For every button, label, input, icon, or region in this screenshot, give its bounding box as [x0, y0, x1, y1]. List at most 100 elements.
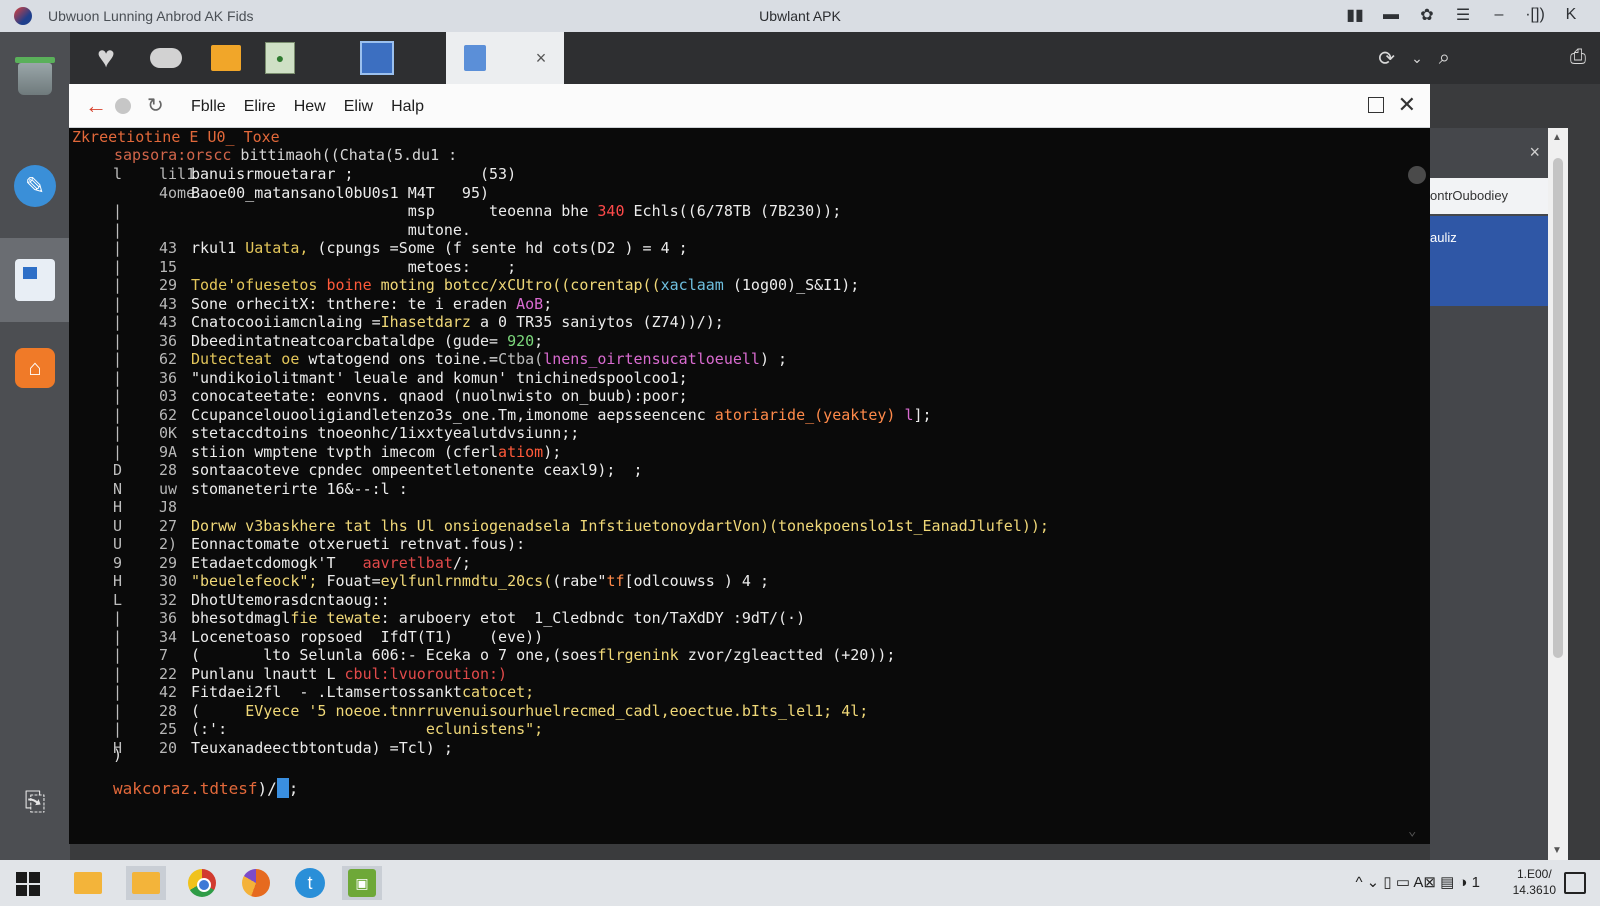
code-line: msp teoenna bhe 340 Echls((6/78TB (7B230…	[191, 202, 842, 221]
terminal-window: ← ↻ Fblle Elire Hew Eliw Halp ✕ Zkreetiotine…	[69, 84, 1430, 844]
gutter-marker: U	[113, 535, 123, 553]
code-token: Punlanu lnautt L	[191, 664, 345, 683]
code-line: (:': eclunistens";	[191, 720, 543, 739]
gear-icon[interactable]: ✿	[1416, 6, 1438, 24]
code-line: Punlanu lnautt L cbul:lvuoroution:)	[191, 665, 507, 684]
dock-item-trash[interactable]	[0, 54, 70, 104]
code-token: xaclaam	[660, 276, 724, 294]
code-line: banuisrmouetarar ; (53)	[191, 165, 516, 184]
panel-item-selected[interactable]: auliz	[1430, 216, 1548, 306]
terminal-output[interactable]: Zkreetiotine E U0_ Toxe sapsora:orscc bi…	[69, 128, 1430, 844]
prompt-end: ;	[288, 779, 299, 798]
taskbar-chrome[interactable]	[182, 866, 222, 900]
line-number: 43	[159, 313, 178, 331]
code-token: a 0 TR35 saniytos (Z74))/);	[470, 313, 724, 331]
taskbar-twitter[interactable]: t	[290, 866, 330, 900]
tab-favorites[interactable]: ♥	[86, 32, 126, 84]
search-icon[interactable]: ⌕	[1439, 47, 1450, 70]
notification-icon[interactable]	[1564, 872, 1586, 894]
tab-close-button[interactable]: ×	[536, 48, 547, 69]
code-line: Cnatocooiiamcnlaing =Ihasetdarz a 0 TR35…	[191, 313, 724, 332]
code-token: stomaneterirte 16&--:l :	[191, 479, 408, 498]
taskbar-terminal[interactable]: ▣	[342, 866, 382, 900]
history-icon[interactable]: ⟳	[1378, 46, 1395, 71]
title-bar: Ubwuon Lunning Anbrod AK Fids Ubwlant AP…	[0, 0, 1600, 32]
system-tray[interactable]: ^ ⌄ ▯ ▭ A⊠ ▤ ◑ 1	[1355, 873, 1480, 891]
scrollbar-thumb[interactable]	[1553, 158, 1563, 658]
code-token: rkul1	[191, 239, 246, 257]
code-token: Fitdaei2fl - .Ltamsertossankt	[191, 683, 462, 701]
close-button[interactable]: ✕	[1398, 92, 1416, 118]
menu-item[interactable]: Eliw	[344, 98, 373, 116]
screenshot-icon[interactable]: ⎙	[1570, 46, 1586, 69]
panel-close-button[interactable]: ×	[1529, 142, 1540, 163]
code-token: Tode'ofuesetos	[191, 276, 327, 294]
code-token: "undikoiolitmant' leuale and komun' tnic…	[191, 368, 688, 387]
code-token: (cpungs =Some (f sente hd cots(D2 ) = 4 …	[308, 239, 688, 257]
gutter-marker: |	[113, 294, 123, 313]
code-token: stiion wmptene tvpth imecom (cferl	[191, 442, 499, 461]
line-number: 9A	[159, 442, 178, 461]
code-token: 340	[597, 202, 625, 220]
dock-item-restore[interactable]: ⎘	[0, 782, 70, 822]
scroll-down-icon[interactable]: ▼	[1552, 845, 1562, 856]
gutter-marker: |	[113, 627, 123, 646]
command-prompt[interactable]: wakcoraz.tdtesf)/;	[113, 778, 298, 799]
menu-item[interactable]: Fblle	[191, 98, 226, 116]
file-icon	[463, 45, 486, 71]
code-token: eylfunlrnmdtu_20cs(	[380, 572, 553, 590]
clock[interactable]: 1.E00/ 14.3610	[1513, 866, 1556, 898]
gutter-marker: |	[113, 202, 123, 220]
minimize-button[interactable]: –	[1488, 6, 1510, 24]
code-line: DhotUtemorasdcntaoug::	[191, 591, 390, 610]
wallet-icon[interactable]: ▬	[1380, 6, 1402, 24]
restore-button[interactable]: ·[])	[1524, 6, 1546, 24]
dock-item-documents[interactable]	[0, 238, 70, 322]
code-token: Eonnactomate otxerueti retnvat.fous):	[191, 535, 526, 553]
taskbar-firefox[interactable]	[236, 866, 276, 900]
tab-package[interactable]	[356, 32, 398, 84]
code-line: ( EVyece '5 noeoe.tnnrruvenuisourhuelrec…	[191, 702, 868, 721]
line-number: 28	[159, 461, 178, 479]
maximize-button[interactable]	[1368, 97, 1384, 113]
code-token: "beuelefeock";	[191, 572, 318, 590]
start-button[interactable]	[16, 872, 40, 896]
book-icon[interactable]: ▮▮	[1344, 6, 1366, 24]
line-number: 36	[159, 609, 178, 627]
code-token: Ihasetdarz	[380, 313, 471, 331]
taskbar-folder-2[interactable]	[126, 866, 166, 900]
gutter-marker: N	[113, 479, 123, 498]
back-arrow-icon[interactable]: ←	[85, 93, 107, 119]
refresh-icon[interactable]: ↻	[147, 93, 164, 118]
tab-active-file[interactable]: ×	[446, 32, 564, 84]
code-token: (rabe"	[552, 572, 607, 590]
gutter-marker: |	[113, 405, 123, 424]
scroll-indicator[interactable]	[1408, 166, 1426, 184]
restore-icon: ⎘	[24, 786, 46, 816]
tab-folder[interactable]	[206, 32, 246, 84]
line-number: 29	[159, 553, 178, 572]
menu-item[interactable]: Halp	[391, 98, 424, 116]
tab-security[interactable]: ●	[260, 32, 300, 84]
tab-strip: ♥ ● × ⟳ ⌄ ⌕ ⎙	[70, 32, 1600, 84]
code-line: Ccupancelouooligiandletenzo3s_one.Tm,imo…	[191, 406, 932, 425]
taskbar-folder-1[interactable]	[68, 866, 108, 900]
dock-item-messages[interactable]: ✎	[0, 158, 70, 214]
vertical-scrollbar[interactable]: ▲ ▼	[1548, 128, 1568, 860]
menu-item[interactable]: Hew	[294, 98, 326, 116]
chevron-down-icon[interactable]: ⌄	[1408, 822, 1416, 841]
firefox-icon	[242, 869, 270, 897]
dock-item-app[interactable]: ⌂	[0, 340, 70, 396]
tab-cloud[interactable]	[146, 32, 186, 84]
folder-icon	[211, 45, 241, 71]
line-number: uw	[159, 479, 178, 498]
code-token: sontaacoteve cpndec ompeentetletonente c…	[191, 461, 643, 479]
line-number: 20	[159, 738, 178, 757]
menu-item[interactable]: Elire	[244, 98, 276, 116]
scroll-up-icon[interactable]: ▲	[1552, 132, 1562, 143]
stop-icon[interactable]	[115, 98, 131, 114]
collapse-button[interactable]: K	[1560, 6, 1582, 24]
chevron-down-icon[interactable]: ⌄	[1411, 50, 1423, 67]
panel-item[interactable]: ontrOubodiey	[1430, 178, 1548, 214]
menu-icon[interactable]: ☰	[1452, 6, 1474, 24]
